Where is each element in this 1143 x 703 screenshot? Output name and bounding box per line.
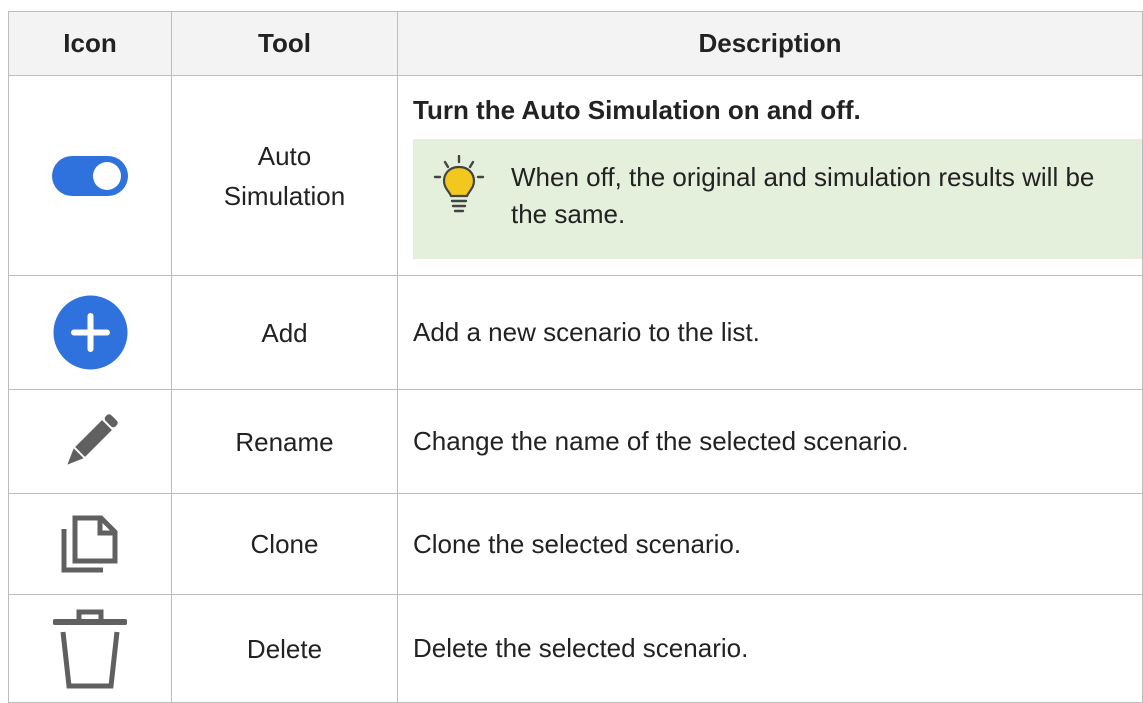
tool-name: Clone [171, 493, 398, 595]
icon-cell [8, 275, 172, 390]
icon-cell [8, 389, 172, 494]
description-title: Turn the Auto Simulation on and off. [413, 95, 861, 125]
copy-icon[interactable] [61, 515, 119, 573]
tool-name: Rename [171, 389, 398, 494]
table-row-clone: Clone Clone the selected scenario. [8, 493, 1143, 595]
table-header-row: Icon Tool Description [8, 11, 1143, 76]
description-text: Add a new scenario to the list. [397, 275, 1143, 390]
description-text: Clone the selected scenario. [397, 493, 1143, 595]
tip-text: When off, the original and simulation re… [511, 162, 1095, 229]
tool-name: Add [171, 275, 398, 390]
pencil-icon[interactable] [62, 410, 118, 474]
tool-name: Auto Simulation [171, 75, 398, 276]
tip-box: When off, the original and simulation re… [413, 139, 1142, 259]
description-text: Change the name of the selected scenario… [397, 389, 1143, 494]
description-cell: Turn the Auto Simulation on and off. Whe… [397, 75, 1143, 276]
tool-name: Delete [171, 594, 398, 703]
toggle-switch-icon[interactable] [52, 155, 128, 196]
add-circle-icon[interactable] [53, 295, 128, 370]
header-icon: Icon [8, 11, 172, 76]
table-row-auto-simulation: Auto Simulation Turn the Auto Simulation … [8, 75, 1143, 276]
header-description: Description [397, 11, 1143, 76]
table-row-rename: Rename Change the name of the selected s… [8, 389, 1143, 494]
header-tool: Tool [171, 11, 398, 76]
lightbulb-icon [433, 155, 485, 215]
icon-cell [8, 594, 172, 703]
tools-table: Icon Tool Description Auto Simulation Tur… [8, 11, 1143, 703]
icon-cell [8, 75, 172, 276]
description-text: Delete the selected scenario. [397, 594, 1143, 703]
table-row-add: Add Add a new scenario to the list. [8, 275, 1143, 390]
trash-icon[interactable] [53, 608, 127, 690]
icon-cell [8, 493, 172, 595]
table-row-delete: Delete Delete the selected scenario. [8, 594, 1143, 703]
